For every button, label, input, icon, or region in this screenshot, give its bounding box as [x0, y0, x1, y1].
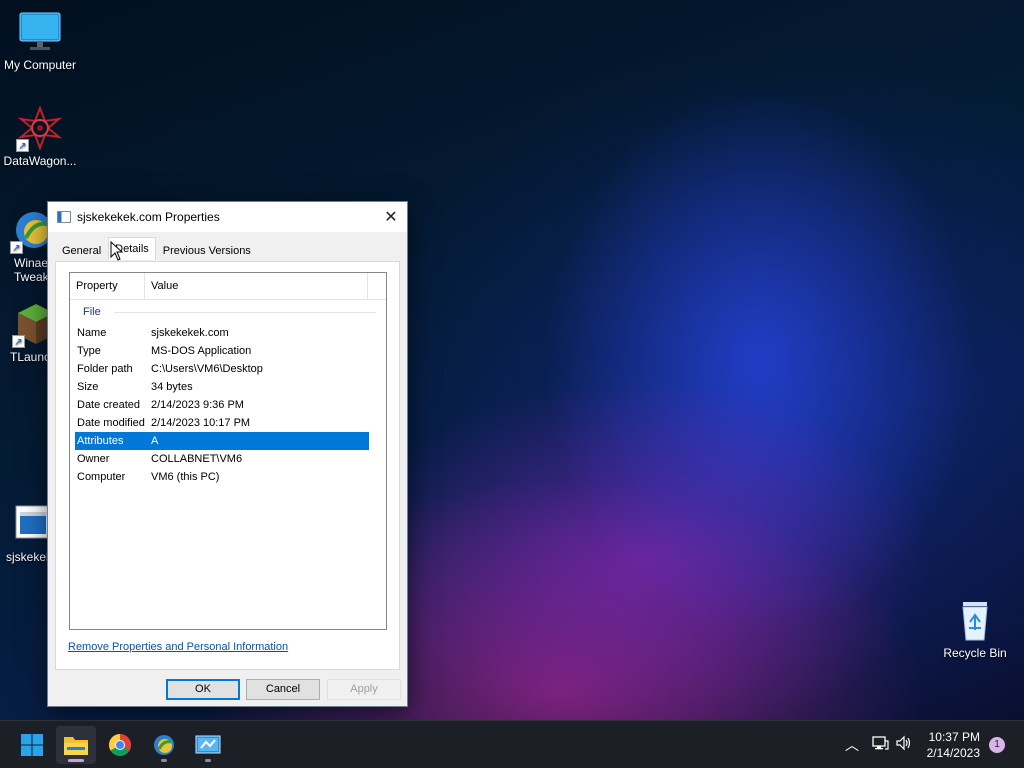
tab-strip: General Details Previous Versions [55, 237, 258, 262]
row-value: VM6 (this PC) [151, 471, 220, 483]
apply-button[interactable]: Apply [327, 679, 401, 700]
row-property: Folder path [77, 363, 133, 375]
clock-date: 2/14/2023 [926, 746, 980, 760]
properties-dialog: sjskekekek.com Properties ✕ General Deta… [47, 201, 408, 707]
taskbar-winaero-tweaker[interactable] [144, 726, 184, 764]
start-button[interactable] [12, 726, 52, 764]
mouse-pointer-icon [110, 240, 124, 261]
tab-general[interactable]: General [55, 239, 108, 261]
details-tab-panel: Property Value File Name sjskekekek.com … [55, 261, 400, 670]
desktop-icon-datawagon[interactable]: ↗ DataWagon... [0, 105, 80, 168]
row-property: Name [77, 327, 107, 339]
shortcut-arrow-icon: ↗ [10, 241, 23, 254]
list-header: Property Value [70, 273, 386, 300]
desktop-icon-recycle-bin[interactable]: Recycle Bin [935, 598, 1015, 660]
list-row-attributes[interactable]: Attributes A [75, 432, 369, 450]
dialog-titlebar[interactable]: sjskekekek.com Properties ✕ [48, 202, 407, 232]
row-value: MS-DOS Application [151, 345, 252, 357]
row-value: C:\Users\VM6\Desktop [151, 363, 263, 375]
control-panel-icon [195, 735, 221, 754]
row-value: 2/14/2023 9:36 PM [151, 399, 244, 411]
group-header-file: File [70, 303, 386, 321]
close-icon: ✕ [384, 209, 398, 226]
desktop-icon-label: Recycle Bin [943, 646, 1007, 660]
column-header-value[interactable]: Value [145, 273, 368, 299]
notification-badge[interactable]: 1 [989, 737, 1005, 753]
list-row-size[interactable]: Size 34 bytes [75, 378, 369, 396]
show-hidden-icons-chevron-icon[interactable]: ︿ [845, 735, 859, 755]
volume-icon[interactable] [895, 735, 913, 754]
list-row-name[interactable]: Name sjskekekek.com [75, 324, 369, 342]
list-row-date-modified[interactable]: Date modified 2/14/2023 10:17 PM [75, 414, 369, 432]
running-app-indicator [161, 759, 167, 762]
datawagon-icon: ↗ [16, 105, 63, 152]
remove-properties-link[interactable]: Remove Properties and Personal Informati… [68, 641, 288, 653]
row-property: Date modified [77, 417, 145, 429]
recycle-bin-icon [953, 598, 997, 642]
ok-button[interactable]: OK [166, 679, 240, 700]
row-value: 34 bytes [151, 381, 193, 393]
group-divider [114, 312, 376, 313]
row-property: Size [77, 381, 99, 393]
desktop-icon-my-computer[interactable]: My Computer [0, 10, 80, 72]
row-property: Attributes [77, 435, 124, 447]
row-property: Type [77, 345, 101, 357]
row-value: 2/14/2023 10:17 PM [151, 417, 251, 429]
taskbar: ︿ 10:37 PM 2/14/2023 1 [0, 720, 1024, 768]
network-icon[interactable] [871, 735, 889, 754]
row-value: A [151, 435, 159, 447]
tab-previous-versions[interactable]: Previous Versions [156, 239, 258, 261]
row-value: COLLABNET\VM6 [151, 453, 243, 465]
start-icon [21, 734, 43, 756]
list-row-date-created[interactable]: Date created 2/14/2023 9:36 PM [75, 396, 369, 414]
details-list[interactable]: Property Value File Name sjskekekek.com … [69, 272, 387, 630]
system-clock[interactable]: 10:37 PM 2/14/2023 [927, 729, 980, 761]
desktop-icon-label: My Computer [3, 58, 77, 72]
shortcut-arrow-icon: ↗ [12, 335, 25, 348]
running-app-indicator [205, 759, 211, 762]
row-property: Date created [77, 399, 140, 411]
clock-time: 10:37 PM [928, 730, 980, 744]
row-property: Owner [77, 453, 110, 465]
list-row-computer[interactable]: Computer VM6 (this PC) [75, 468, 369, 486]
cancel-button[interactable]: Cancel [246, 679, 320, 700]
row-value: sjskekekek.com [151, 327, 229, 339]
monitor-icon [18, 10, 62, 54]
list-row-owner[interactable]: Owner COLLABNET\VM6 [75, 450, 369, 468]
taskbar-chrome[interactable] [100, 726, 140, 764]
file-explorer-icon [64, 737, 88, 755]
app-window-icon [57, 211, 71, 223]
dialog-title: sjskekekek.com Properties [77, 210, 220, 224]
active-app-indicator [68, 759, 84, 762]
taskbar-file-explorer[interactable] [56, 726, 96, 764]
group-label: File [83, 306, 101, 318]
desktop-icon-label: DataWagon... [3, 154, 77, 168]
chrome-icon [109, 734, 131, 756]
column-header-property[interactable]: Property [70, 273, 145, 299]
winaero-tweaker-icon [154, 735, 174, 755]
close-button[interactable]: ✕ [375, 202, 407, 232]
list-row-type[interactable]: Type MS-DOS Application [75, 342, 369, 360]
list-row-folder-path[interactable]: Folder path C:\Users\VM6\Desktop [75, 360, 369, 378]
row-property: Computer [77, 471, 126, 483]
shortcut-arrow-icon: ↗ [16, 139, 29, 152]
taskbar-control-panel[interactable] [188, 726, 228, 764]
